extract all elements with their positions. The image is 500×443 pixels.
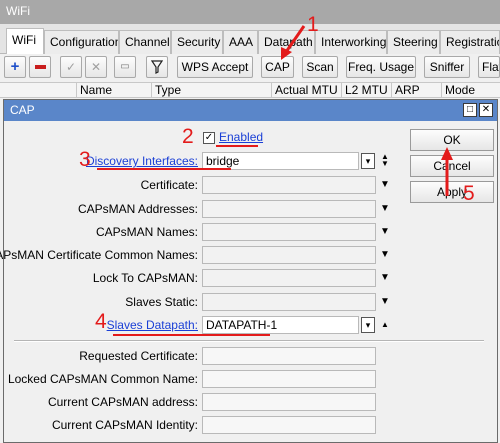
annotation-underline-discovery xyxy=(97,168,231,170)
annotation-underline-datapath xyxy=(113,334,270,336)
annotation-underline-enabled xyxy=(216,145,258,147)
annotation-4: 4 xyxy=(95,310,107,333)
annotation-arrows xyxy=(281,25,453,196)
annotation-2: 2 xyxy=(182,125,194,148)
annotation-3: 3 xyxy=(79,148,91,171)
annotation-1: 1 xyxy=(307,13,319,36)
annotation-5: 5 xyxy=(463,182,475,205)
